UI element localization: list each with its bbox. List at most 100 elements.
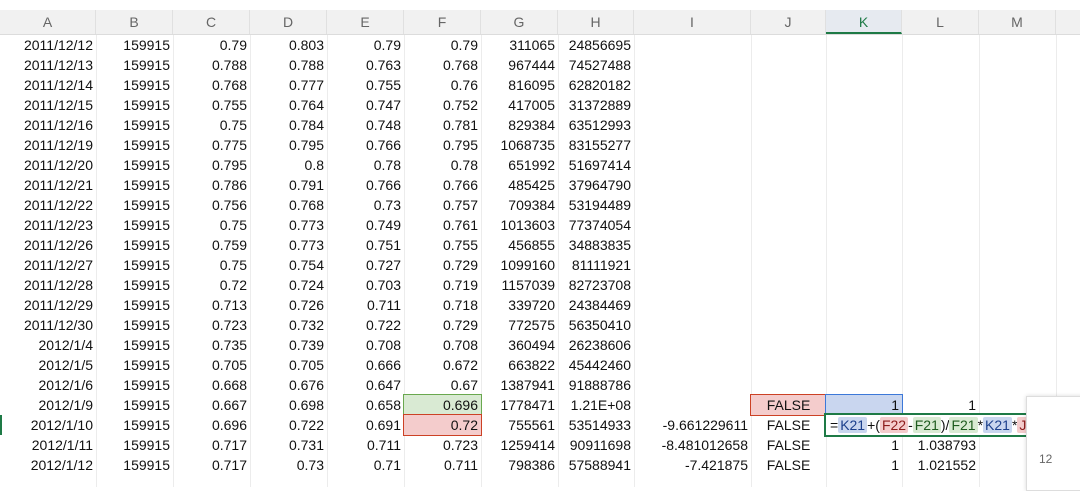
cell-c[interactable]: 0.717	[173, 455, 250, 475]
cell-a[interactable]: 2011/12/16	[0, 115, 96, 135]
cell-b[interactable]: 159915	[96, 235, 173, 255]
cell-a[interactable]: 2011/12/23	[0, 215, 96, 235]
cell-a[interactable]: 2012/1/4	[0, 335, 96, 355]
cell-e[interactable]: 0.722	[327, 315, 404, 335]
cell-c[interactable]: 0.756	[173, 195, 250, 215]
cell-a[interactable]: 2011/12/12	[0, 35, 96, 55]
cell-b[interactable]: 159915	[96, 35, 173, 55]
cell-f[interactable]: 0.795	[404, 135, 481, 155]
column-header-b[interactable]: B	[96, 10, 173, 34]
cell-c[interactable]: 0.768	[173, 75, 250, 95]
column-header-m[interactable]: M	[979, 10, 1056, 34]
cell-e[interactable]: 0.766	[327, 175, 404, 195]
cell-c[interactable]: 0.75	[173, 115, 250, 135]
cell-e[interactable]: 0.748	[327, 115, 404, 135]
column-header-f[interactable]: F	[404, 10, 481, 34]
cell-g[interactable]: 1099160	[481, 255, 558, 275]
cell-g[interactable]: 967444	[481, 55, 558, 75]
cell-f[interactable]: 0.729	[404, 255, 481, 275]
cell-d[interactable]: 0.795	[250, 135, 327, 155]
column-header-g[interactable]: G	[481, 10, 558, 34]
cell-a[interactable]: 2012/1/11	[0, 435, 96, 455]
cell-g[interactable]: 1387941	[481, 375, 558, 395]
cell-f[interactable]: 0.729	[404, 315, 481, 335]
cell-b[interactable]: 159915	[96, 215, 173, 235]
cell-b[interactable]: 159915	[96, 375, 173, 395]
cell-g[interactable]: 339720	[481, 295, 558, 315]
cell-c[interactable]: 0.713	[173, 295, 250, 315]
cell-g[interactable]: 311065	[481, 35, 558, 55]
cell-d[interactable]: 0.791	[250, 175, 327, 195]
cell-d[interactable]: 0.73	[250, 455, 327, 475]
cell-c[interactable]: 0.667	[173, 395, 250, 415]
cell-b[interactable]: 159915	[96, 455, 173, 475]
cell-f[interactable]: 0.711	[404, 455, 481, 475]
cell-f[interactable]: 0.76	[404, 75, 481, 95]
cell-f[interactable]: 0.755	[404, 235, 481, 255]
cell-c[interactable]: 0.705	[173, 355, 250, 375]
cell-d[interactable]: 0.773	[250, 215, 327, 235]
cell-e[interactable]: 0.658	[327, 395, 404, 415]
cell-d[interactable]: 0.724	[250, 275, 327, 295]
cell-d[interactable]: 0.777	[250, 75, 327, 95]
column-header-k[interactable]: K	[826, 10, 902, 34]
cell-d[interactable]: 0.726	[250, 295, 327, 315]
cell-g[interactable]: 417005	[481, 95, 558, 115]
cell-d[interactable]: 0.768	[250, 195, 327, 215]
cell-f[interactable]: 0.72	[403, 414, 482, 436]
cell-d[interactable]: 0.764	[250, 95, 327, 115]
cell-h[interactable]: 53514933	[558, 415, 634, 435]
cell-e[interactable]: 0.751	[327, 235, 404, 255]
cell-k[interactable]: 1	[826, 435, 902, 455]
cell-f[interactable]: 0.78	[404, 155, 481, 175]
cell-g[interactable]: 816095	[481, 75, 558, 95]
cell-g[interactable]: 798386	[481, 455, 558, 475]
cell-g[interactable]: 1013603	[481, 215, 558, 235]
cell-c[interactable]: 0.755	[173, 95, 250, 115]
cell-d[interactable]: 0.698	[250, 395, 327, 415]
cell-e[interactable]: 0.747	[327, 95, 404, 115]
cell-c[interactable]: 0.72	[173, 275, 250, 295]
cell-d[interactable]: 0.754	[250, 255, 327, 275]
cell-h[interactable]: 1.21E+08	[558, 395, 634, 415]
cell-e[interactable]: 0.711	[327, 295, 404, 315]
cell-d[interactable]: 0.773	[250, 235, 327, 255]
cell-a[interactable]: 2012/1/9	[0, 395, 96, 415]
cell-c[interactable]: 0.75	[173, 255, 250, 275]
cell-e[interactable]: 0.711	[327, 435, 404, 455]
cell-d[interactable]: 0.784	[250, 115, 327, 135]
cell-c[interactable]: 0.668	[173, 375, 250, 395]
cell-h[interactable]: 63512993	[558, 115, 634, 135]
cell-e[interactable]: 0.666	[327, 355, 404, 375]
cell-d[interactable]: 0.788	[250, 55, 327, 75]
cell-a[interactable]: 2011/12/22	[0, 195, 96, 215]
cell-a[interactable]: 2011/12/13	[0, 55, 96, 75]
cell-h[interactable]: 62820182	[558, 75, 634, 95]
cell-a[interactable]: 2011/12/20	[0, 155, 96, 175]
cell-c[interactable]: 0.735	[173, 335, 250, 355]
cell-h[interactable]: 74527488	[558, 55, 634, 75]
cell-g[interactable]: 829384	[481, 115, 558, 135]
cell-a[interactable]: 2011/12/26	[0, 235, 96, 255]
cell-b[interactable]: 159915	[96, 55, 173, 75]
cell-d[interactable]: 0.803	[250, 35, 327, 55]
cell-f[interactable]: 0.719	[404, 275, 481, 295]
cell-h[interactable]: 37964790	[558, 175, 634, 195]
cell-b[interactable]: 159915	[96, 175, 173, 195]
cell-a[interactable]: 2011/12/27	[0, 255, 96, 275]
cell-b[interactable]: 159915	[96, 75, 173, 95]
cell-f[interactable]: 0.723	[404, 435, 481, 455]
cell-f[interactable]: 0.67	[404, 375, 481, 395]
cell-e[interactable]: 0.727	[327, 255, 404, 275]
cell-c[interactable]: 0.723	[173, 315, 250, 335]
cell-f[interactable]: 0.672	[404, 355, 481, 375]
cell-a[interactable]: 2011/12/29	[0, 295, 96, 315]
cell-l[interactable]: 1	[902, 395, 979, 415]
cell-b[interactable]: 159915	[96, 95, 173, 115]
column-header-i[interactable]: I	[634, 10, 751, 34]
cell-g[interactable]: 456855	[481, 235, 558, 255]
cell-g[interactable]: 360494	[481, 335, 558, 355]
cell-i[interactable]: -9.661229611	[634, 415, 751, 435]
cell-c[interactable]: 0.795	[173, 155, 250, 175]
cell-h[interactable]: 34883835	[558, 235, 634, 255]
